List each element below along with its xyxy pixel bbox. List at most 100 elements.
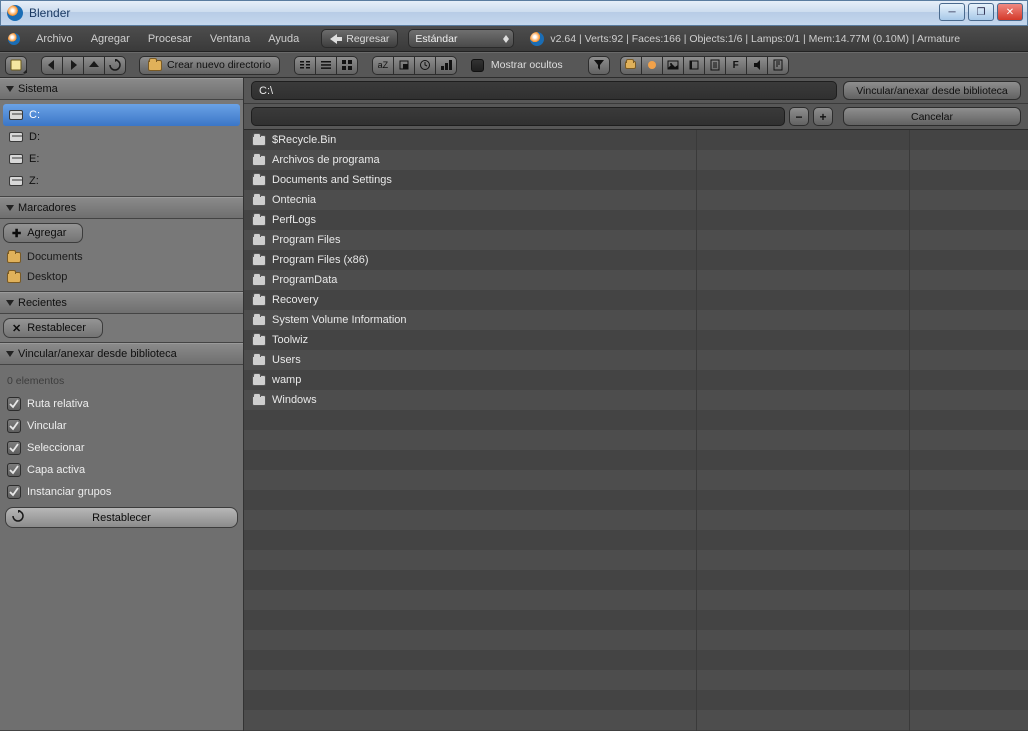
window-minimize-button[interactable]: ─ <box>939 3 965 21</box>
folder-icon <box>252 295 266 306</box>
checkbox-icon <box>7 463 21 477</box>
drive-label: D: <box>29 131 40 143</box>
filter-text-button[interactable] <box>767 56 789 75</box>
file-row[interactable]: Users <box>244 350 1028 370</box>
panel-recent-header[interactable]: Recientes <box>0 292 243 314</box>
drive-label: Z: <box>29 175 39 187</box>
filter-toggle-button[interactable] <box>588 56 610 75</box>
filter-movie-button[interactable] <box>683 56 705 75</box>
nav-back-button[interactable] <box>41 56 63 75</box>
file-row[interactable]: Program Files <box>244 230 1028 250</box>
refresh-icon <box>12 510 24 525</box>
clock-icon <box>419 59 431 71</box>
window-close-button[interactable]: ✕ <box>997 3 1023 21</box>
display-shortlist-button[interactable] <box>294 56 316 75</box>
file-row[interactable]: Archivos de programa <box>244 150 1028 170</box>
file-list[interactable]: $Recycle.Bin Archivos de programa Document… <box>244 130 1028 731</box>
drive-item[interactable]: Z: <box>3 170 240 192</box>
panel-system-header[interactable]: Sistema <box>0 78 243 100</box>
display-longlist-button[interactable] <box>315 56 337 75</box>
file-row[interactable]: Windows <box>244 390 1028 410</box>
file-row[interactable]: Program Files (x86) <box>244 250 1028 270</box>
sort-time-button[interactable] <box>414 56 436 75</box>
file-row <box>244 450 1028 470</box>
filename-input[interactable] <box>251 107 785 126</box>
option-link[interactable]: Vincular <box>3 415 240 437</box>
file-row[interactable]: PerfLogs <box>244 210 1028 230</box>
menu-window[interactable]: Ventana <box>202 30 258 48</box>
add-bookmark-button[interactable]: ✚ Agregar <box>3 223 83 243</box>
drive-item[interactable]: E: <box>3 148 240 170</box>
file-name: Documents and Settings <box>272 174 392 186</box>
checkbox-icon <box>7 397 21 411</box>
folder-icon <box>252 315 266 326</box>
file-row[interactable]: wamp <box>244 370 1028 390</box>
panel-bookmarks-header[interactable]: Marcadores <box>0 197 243 219</box>
show-hidden-checkbox[interactable] <box>471 59 484 72</box>
execute-button[interactable]: Vincular/anexar desde biblioteca <box>843 81 1021 100</box>
file-row[interactable]: Documents and Settings <box>244 170 1028 190</box>
filter-folder-button[interactable] <box>620 56 642 75</box>
nav-refresh-button[interactable] <box>104 56 126 75</box>
option-label: Seleccionar <box>27 442 84 454</box>
menu-process[interactable]: Procesar <box>140 30 200 48</box>
menu-help[interactable]: Ayuda <box>260 30 307 48</box>
option-select[interactable]: Seleccionar <box>3 437 240 459</box>
drive-icon <box>9 132 23 142</box>
drive-item[interactable]: C: <box>3 104 240 126</box>
file-row <box>244 650 1028 670</box>
back-arrow-icon <box>330 34 342 44</box>
window-maximize-button[interactable]: ❐ <box>968 3 994 21</box>
screen-layout-select[interactable]: Estándar <box>408 29 514 48</box>
file-name: $Recycle.Bin <box>272 134 336 146</box>
file-row[interactable]: $Recycle.Bin <box>244 130 1028 150</box>
file-row <box>244 690 1028 710</box>
refresh-icon <box>109 59 121 71</box>
file-row <box>244 630 1028 650</box>
sort-ext-button[interactable] <box>393 56 415 75</box>
directory-input[interactable]: C:\ <box>251 81 837 100</box>
cancel-button[interactable]: Cancelar <box>843 107 1021 126</box>
nav-up-button[interactable] <box>83 56 105 75</box>
option-instance[interactable]: Instanciar grupos <box>3 481 240 503</box>
file-row[interactable]: Ontecnia <box>244 190 1028 210</box>
create-directory-label: Crear nuevo directorio <box>167 59 271 71</box>
file-name: ProgramData <box>272 274 337 286</box>
file-row[interactable]: Recovery <box>244 290 1028 310</box>
menu-add[interactable]: Agregar <box>83 30 138 48</box>
filter-sound-button[interactable] <box>746 56 768 75</box>
filter-blend-button[interactable] <box>641 56 663 75</box>
editor-type-button[interactable] <box>5 56 27 75</box>
file-row[interactable]: Toolwiz <box>244 330 1028 350</box>
option-relpath[interactable]: Ruta relativa <box>3 393 240 415</box>
display-thumbnails-button[interactable] <box>336 56 358 75</box>
file-name: Ontecnia <box>272 194 316 206</box>
sort-size-button[interactable] <box>435 56 457 75</box>
filter-script-button[interactable] <box>704 56 726 75</box>
option-active[interactable]: Capa activa <box>3 459 240 481</box>
filter-font-button[interactable]: F <box>725 56 747 75</box>
create-directory-button[interactable]: Crear nuevo directorio <box>139 56 280 75</box>
drive-item[interactable]: D: <box>3 126 240 148</box>
file-row[interactable]: ProgramData <box>244 270 1028 290</box>
sort-alpha-button[interactable]: aZ <box>372 56 394 75</box>
nav-forward-button[interactable] <box>62 56 84 75</box>
blender-icon[interactable] <box>8 33 20 45</box>
folder-icon <box>252 135 266 146</box>
menu-file[interactable]: Archivo <box>28 30 81 48</box>
file-name: wamp <box>272 374 301 386</box>
bookmark-item[interactable]: Desktop <box>3 267 240 287</box>
filter-image-button[interactable] <box>662 56 684 75</box>
filename-increment-button[interactable]: + <box>813 107 833 126</box>
cancel-icon: ✕ <box>12 322 21 335</box>
directory-value: C:\ <box>259 85 273 97</box>
filename-decrement-button[interactable]: − <box>789 107 809 126</box>
bookmark-item[interactable]: Documents <box>3 247 240 267</box>
reset-options-button[interactable]: Restablecer <box>5 507 238 528</box>
filename-row: − + Cancelar <box>244 104 1028 130</box>
grid-icon <box>341 59 353 71</box>
reset-recent-button[interactable]: ✕ Restablecer <box>3 318 103 338</box>
panel-link-header[interactable]: Vincular/anexar desde biblioteca <box>0 343 243 365</box>
back-button[interactable]: Regresar <box>321 29 398 48</box>
file-row[interactable]: System Volume Information <box>244 310 1028 330</box>
